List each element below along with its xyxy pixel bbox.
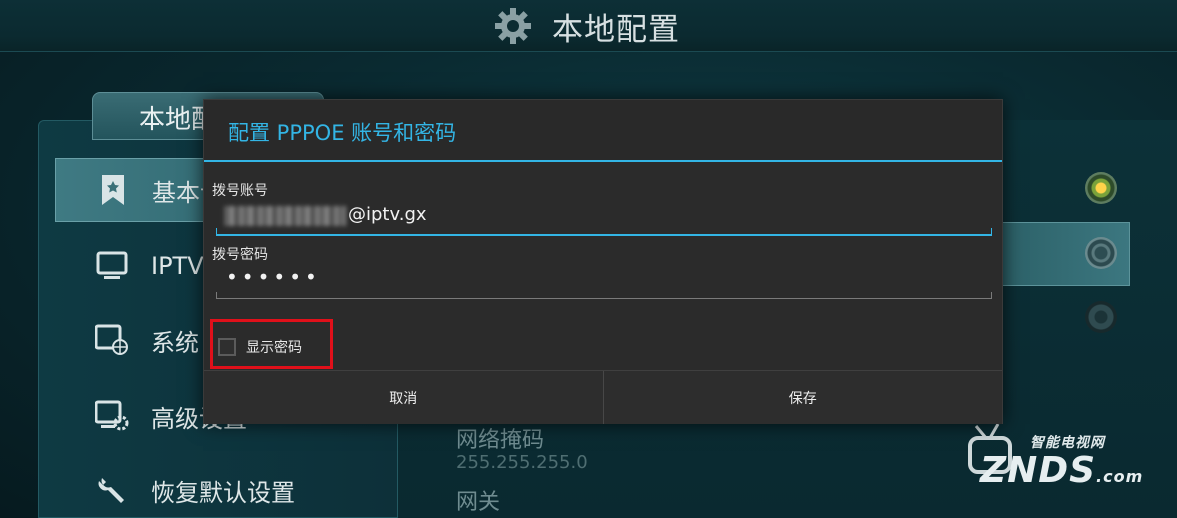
network-monitor-icon [95, 323, 129, 357]
radio-button[interactable] [1085, 301, 1117, 333]
show-password-label: 显示密码 [246, 340, 302, 356]
account-input[interactable]: @iptv.gx [216, 200, 992, 236]
dialog-header: 配置 PPPOE 账号和密码 [204, 100, 1002, 162]
save-button[interactable]: 保存 [602, 371, 1002, 424]
sidebar-item-label: IPTV [151, 252, 204, 280]
redacted-text [224, 206, 346, 226]
monitor-icon [95, 249, 129, 283]
show-password-checkbox[interactable] [218, 338, 236, 356]
cancel-button[interactable]: 取消 [204, 371, 603, 424]
wrench-icon [95, 473, 129, 507]
radio-button-selected[interactable] [1085, 172, 1117, 204]
page-title: 本地配置 [552, 11, 680, 48]
watermark-en: ZNDS.com [980, 450, 1144, 491]
password-label: 拨号密码 [212, 247, 268, 263]
top-bar: 本地配置 [0, 0, 1177, 52]
account-value: @iptv.gx [348, 204, 427, 225]
show-password-checkbox-row[interactable]: 显示密码 [218, 336, 302, 358]
netmask-label: 网络掩码 [456, 428, 545, 453]
sidebar-item-label: 恢复默认设置 [151, 478, 295, 507]
account-label: 拨号账号 [212, 183, 268, 199]
gateway-label: 网关 [456, 490, 501, 515]
radio-button[interactable] [1085, 237, 1117, 269]
watermark-cn: 智能电视网 [1030, 435, 1105, 451]
sidebar-item-label: 系统 [151, 328, 199, 357]
sidebar-item-reset[interactable]: 恢复默认设置 [55, 458, 385, 518]
netmask-value: 255.255.255.0 [456, 452, 588, 473]
header: 本地配置 [488, 6, 680, 48]
settings-monitor-icon [95, 399, 129, 433]
gear-icon [495, 8, 531, 44]
password-input[interactable]: •••••• [216, 263, 992, 299]
bookmark-icon [96, 173, 130, 207]
dialog-button-bar: 取消 保存 [204, 370, 1002, 424]
dialog-title: 配置 PPPOE 账号和密码 [228, 121, 457, 145]
pppoe-dialog: 配置 PPPOE 账号和密码 拨号账号 @iptv.gx 拨号密码 ••••••… [203, 99, 1003, 424]
password-value: •••••• [226, 265, 321, 289]
